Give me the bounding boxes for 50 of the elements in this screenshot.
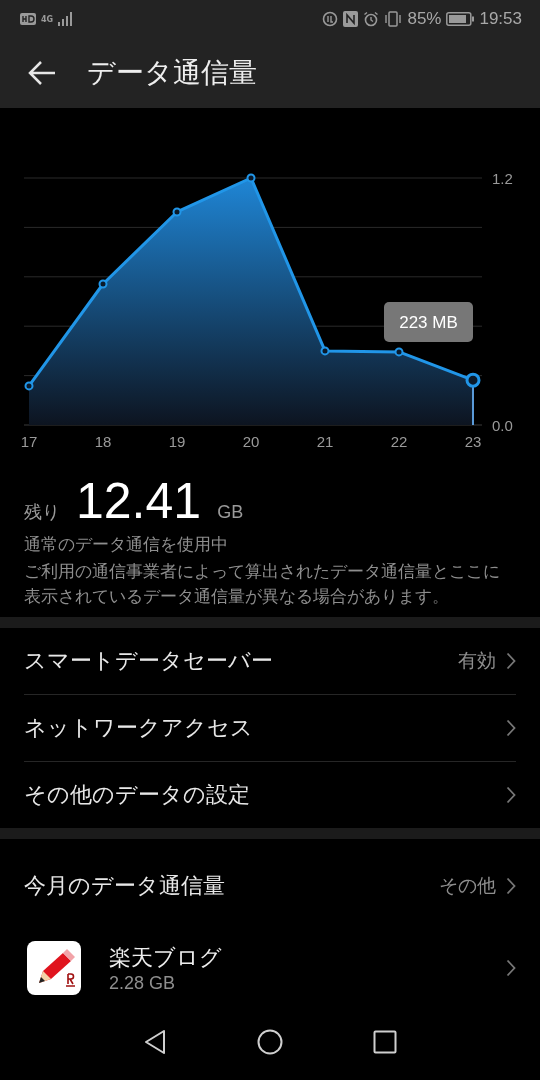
selection-marker-line xyxy=(472,386,474,425)
axis-label: 1.2 xyxy=(492,170,513,187)
back-icon[interactable] xyxy=(143,1028,167,1055)
chevron-icon xyxy=(506,877,516,895)
chevron-icon xyxy=(506,786,516,804)
chevron-icon xyxy=(506,719,516,737)
status-text: 通常のデータ通信を使用中 xyxy=(24,533,229,556)
axis-label: 21 xyxy=(316,433,334,450)
network-type: 4G xyxy=(41,14,54,24)
nfc-icon xyxy=(343,11,359,27)
chevron-icon xyxy=(506,652,516,670)
data-point xyxy=(246,173,256,183)
alarm-icon xyxy=(363,11,380,27)
axis-label: 0.0 xyxy=(492,417,513,434)
value-tooltip: 223 MB xyxy=(384,302,473,342)
signal-icon xyxy=(58,12,73,26)
settings-item[interactable]: ネットワークアクセス xyxy=(24,695,516,762)
app-usage-item[interactable]: 楽天ブログ 2.28 GB xyxy=(0,933,540,1003)
annotation: 223 MB xyxy=(399,313,458,332)
settings-item[interactable]: その他のデータの設定 xyxy=(24,762,516,828)
chevron-icon xyxy=(506,959,516,977)
page-title: データ通信量 xyxy=(87,55,257,91)
data-point xyxy=(320,346,330,356)
settings-item[interactable]: スマートデータセーバー 有効 xyxy=(24,628,516,695)
battery-percent: 85% xyxy=(407,9,442,29)
axis-label: 17 xyxy=(20,433,38,450)
hd-icon xyxy=(20,13,36,25)
data-point xyxy=(172,207,182,217)
remaining-unit: GB xyxy=(217,502,244,523)
axis-label: 18 xyxy=(94,433,112,450)
axis-label: 20 xyxy=(242,433,260,450)
axis-label: 22 xyxy=(390,433,408,450)
battery-icon xyxy=(446,12,475,26)
data-point xyxy=(24,381,34,391)
clock: 19:53 xyxy=(479,9,522,29)
back-arrow-icon[interactable] xyxy=(27,60,57,86)
data-point xyxy=(98,279,108,289)
remaining-amount: 12.41 xyxy=(76,472,202,530)
usage-note: ご利用の通信事業者によって算出されたデータ通信量とここに表示されているデータ通信量が異なる場合があります。 xyxy=(24,560,501,608)
recents-icon[interactable] xyxy=(373,1029,397,1054)
data-point xyxy=(394,347,404,357)
data-point xyxy=(465,372,481,388)
home-icon[interactable] xyxy=(257,1028,283,1055)
axis-label: 23 xyxy=(464,433,482,450)
remaining-label: 残り xyxy=(24,500,60,524)
vibrate-icon xyxy=(384,11,403,27)
monthly-usage-item[interactable]: 今月のデータ通信量 その他 xyxy=(24,839,516,933)
axis-label: 19 xyxy=(168,433,186,450)
pencil-app-icon xyxy=(27,941,81,995)
data-saver-icon xyxy=(322,11,339,27)
